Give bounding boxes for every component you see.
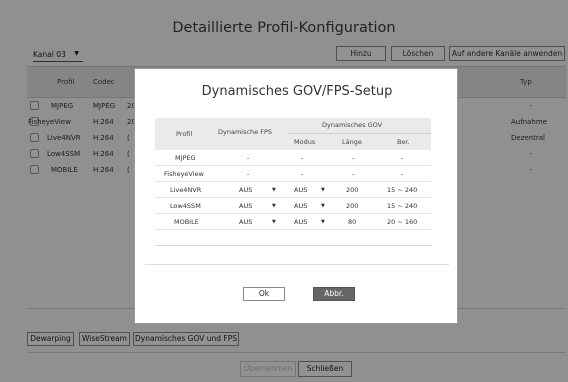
gov-table-row: MJPEG - - - - [155, 150, 431, 166]
gov-length-input[interactable]: 80 [348, 218, 356, 226]
row-gov-length: - [352, 154, 355, 162]
header-mode: Modus [294, 138, 316, 146]
row-gov-mode: - [301, 154, 304, 162]
dialog-divider [145, 264, 449, 265]
row-profile: Live4NVR [170, 186, 202, 194]
gov-table-row: FisheyeView - - - - [155, 166, 431, 182]
header-dynamic-gov: Dynamisches GOV [322, 121, 383, 129]
header-length: Länge [342, 138, 362, 146]
row-profile: FisheyeView [164, 170, 204, 178]
gov-table-row: MOBILE AUS ▼ AUS ▼ 80 20 ~ 160 [155, 214, 431, 230]
row-profile: MJPEG [175, 154, 196, 162]
row-gov-length: - [352, 170, 355, 178]
chevron-down-icon[interactable]: ▼ [272, 203, 276, 209]
row-profile: Low4SSM [170, 202, 201, 210]
cancel-button[interactable]: Abbr. [313, 287, 355, 301]
chevron-down-icon[interactable]: ▼ [272, 219, 276, 225]
fps-select[interactable]: AUS [239, 218, 252, 226]
row-gov-range: - [401, 154, 404, 162]
chevron-down-icon[interactable]: ▼ [321, 219, 325, 225]
fps-select[interactable]: AUS [239, 186, 252, 194]
row-gov-range: - [401, 170, 404, 178]
gov-mode-select[interactable]: AUS [294, 218, 307, 226]
row-profile: MOBILE [174, 218, 199, 226]
header-divider [287, 133, 431, 134]
gov-table-row: Live4NVR AUS ▼ AUS ▼ 200 15 ~ 240 [155, 182, 431, 198]
row-dynamic-fps: - [247, 170, 250, 178]
gov-mode-select[interactable]: AUS [294, 186, 307, 194]
table-bottom-border [155, 245, 431, 246]
gov-table-header: Profil Dynamische FPS Dynamisches GOV Mo… [155, 118, 431, 150]
row-gov-range: 15 ~ 240 [387, 202, 418, 210]
header-profile: Profil [176, 130, 193, 138]
gov-table-row: Low4SSM AUS ▼ AUS ▼ 200 15 ~ 240 [155, 198, 431, 214]
chevron-down-icon[interactable]: ▼ [321, 203, 325, 209]
header-dynamic-fps: Dynamische FPS [218, 128, 273, 136]
fps-select[interactable]: AUS [239, 202, 252, 210]
row-gov-range: 15 ~ 240 [387, 186, 418, 194]
chevron-down-icon[interactable]: ▼ [272, 187, 276, 193]
chevron-down-icon[interactable]: ▼ [321, 187, 325, 193]
ok-button[interactable]: Ok [243, 287, 285, 301]
row-dynamic-fps: - [247, 154, 250, 162]
gov-length-input[interactable]: 200 [346, 186, 358, 194]
dialog-title: Dynamisches GOV/FPS-Setup [201, 84, 393, 99]
gov-length-input[interactable]: 200 [346, 202, 358, 210]
header-range: Ber. [397, 138, 410, 146]
row-gov-range: 20 ~ 160 [387, 218, 418, 226]
gov-fps-dialog: Dynamisches GOV/FPS-Setup Profil Dynamis… [134, 68, 458, 324]
gov-mode-select[interactable]: AUS [294, 202, 307, 210]
row-gov-mode: - [301, 170, 304, 178]
